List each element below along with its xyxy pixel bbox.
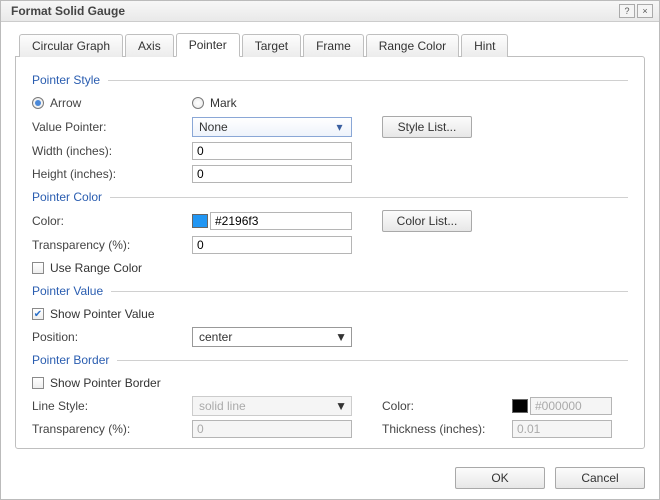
tab-target[interactable]: Target (242, 34, 301, 57)
input-height[interactable] (192, 165, 352, 183)
titlebar: Format Solid Gauge ? × (1, 1, 659, 22)
dialog-title: Format Solid Gauge (11, 4, 125, 18)
style-list-button[interactable]: Style List... (382, 116, 472, 138)
group-title: Pointer Style (32, 73, 100, 87)
checkbox-icon (32, 377, 44, 389)
label-position: Position: (32, 330, 192, 344)
tab-circular-graph[interactable]: Circular Graph (19, 34, 123, 57)
input-color[interactable] (210, 212, 352, 230)
color-swatch (512, 399, 528, 413)
divider (111, 291, 628, 292)
ok-button[interactable]: OK (455, 467, 545, 489)
select-value: solid line (199, 399, 246, 413)
input-width[interactable] (192, 142, 352, 160)
tab-frame[interactable]: Frame (303, 34, 364, 57)
combo-value: None (199, 120, 228, 134)
label-border-color: Color: (382, 399, 512, 413)
label-transparency: Transparency (%): (32, 238, 192, 252)
check-label: Show Pointer Border (50, 376, 161, 390)
check-label: Show Pointer Value (50, 307, 155, 321)
dialog-footer: OK Cancel (1, 457, 659, 499)
chevron-down-icon: ▼ (335, 399, 347, 413)
label-line-style: Line Style: (32, 399, 192, 413)
group-title: Pointer Color (32, 190, 102, 204)
tab-axis[interactable]: Axis (125, 34, 174, 57)
radio-mark[interactable]: Mark (192, 96, 237, 110)
check-use-range-color[interactable]: Use Range Color (32, 261, 142, 275)
group-title: Pointer Value (32, 284, 103, 298)
group-title: Pointer Border (32, 353, 109, 367)
tab-hint[interactable]: Hint (461, 34, 508, 57)
label-thickness: Thickness (inches): (382, 422, 512, 436)
label-width: Width (inches): (32, 144, 192, 158)
label-value-pointer: Value Pointer: (32, 120, 192, 134)
select-line-style: solid line ▼ (192, 396, 352, 416)
input-border-transparency (192, 420, 352, 438)
check-show-pointer-value[interactable]: ✔ Show Pointer Value (32, 307, 155, 321)
check-show-pointer-border[interactable]: Show Pointer Border (32, 376, 161, 390)
color-list-button[interactable]: Color List... (382, 210, 472, 232)
group-pointer-style: Pointer Style (32, 73, 628, 87)
group-pointer-color: Pointer Color (32, 190, 628, 204)
tab-strip: Circular Graph Axis Pointer Target Frame… (19, 32, 645, 56)
input-border-color (530, 397, 612, 415)
radio-arrow-label: Arrow (50, 96, 81, 110)
check-label: Use Range Color (50, 261, 142, 275)
input-thickness (512, 420, 612, 438)
color-swatch[interactable] (192, 214, 208, 228)
dialog-body: Circular Graph Axis Pointer Target Frame… (1, 22, 659, 457)
divider (108, 80, 628, 81)
input-transparency[interactable] (192, 236, 352, 254)
help-icon[interactable]: ? (619, 4, 635, 18)
combo-value-pointer[interactable]: None ▾ (192, 117, 352, 137)
tabpanel-pointer: Pointer Style Arrow Mark (15, 56, 645, 449)
cancel-button[interactable]: Cancel (555, 467, 645, 489)
radio-icon (192, 97, 204, 109)
divider (117, 360, 628, 361)
dialog-format-solid-gauge: Format Solid Gauge ? × Circular Graph Ax… (0, 0, 660, 500)
chevron-down-icon: ▼ (335, 330, 347, 344)
chevron-down-icon: ▾ (332, 120, 347, 134)
group-pointer-border: Pointer Border (32, 353, 628, 367)
label-border-transparency: Transparency (%): (32, 422, 192, 436)
label-color: Color: (32, 214, 192, 228)
label-height: Height (inches): (32, 167, 192, 181)
close-icon[interactable]: × (637, 4, 653, 18)
checkbox-icon (32, 262, 44, 274)
divider (110, 197, 628, 198)
titlebar-controls: ? × (619, 4, 653, 18)
checkbox-icon: ✔ (32, 308, 44, 320)
radio-icon (32, 97, 44, 109)
tab-pointer[interactable]: Pointer (176, 33, 240, 57)
select-value: center (199, 330, 232, 344)
group-pointer-value: Pointer Value (32, 284, 628, 298)
radio-arrow[interactable]: Arrow (32, 96, 192, 110)
tab-range-color[interactable]: Range Color (366, 34, 459, 57)
radio-mark-label: Mark (210, 96, 237, 110)
select-position[interactable]: center ▼ (192, 327, 352, 347)
